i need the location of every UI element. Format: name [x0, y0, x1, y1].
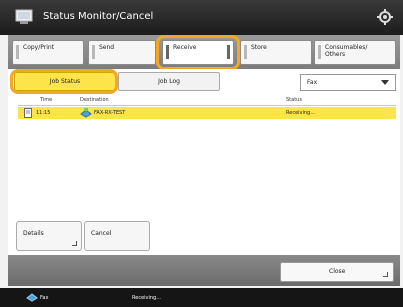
tab-label: Store: [251, 44, 267, 51]
tab-store[interactable]: Store: [240, 40, 312, 65]
title-bar: Status Monitor/Cancel: [0, 0, 403, 35]
chevron-down-icon: [381, 80, 389, 85]
row-destination: FAX-RX-TEST: [94, 110, 126, 116]
subtab-job-log[interactable]: Job Log: [118, 72, 220, 91]
job-type-value: Fax: [307, 79, 318, 86]
cancel-label: Cancel: [91, 230, 112, 237]
status-monitor-screen: Status Monitor/Cancel Copy/Print Send Re…: [0, 0, 403, 307]
job-list[interactable]: 11:15 FAX-RX-TEST Receiving...: [18, 105, 396, 218]
main-tabs: Copy/Print Send Receive Store Consumable…: [8, 35, 400, 70]
fax-icon: [80, 108, 92, 118]
window-title: Status Monitor/Cancel: [43, 11, 154, 22]
table-header: Time Destination Status: [18, 95, 396, 105]
tab-label: Consumables/ Others: [325, 44, 368, 58]
details-button[interactable]: Details: [16, 221, 82, 251]
content-panel: Job Status Job Log Fax Time Destination …: [8, 69, 400, 255]
close-label: Close: [329, 268, 346, 275]
row-status: Receiving...: [286, 110, 315, 116]
status-bar: Fax Receiving...: [0, 288, 403, 307]
tab-copy-print[interactable]: Copy/Print: [12, 40, 84, 65]
tab-indicator: [244, 45, 247, 59]
tab-indicator: [92, 45, 95, 59]
fax-icon: [26, 293, 38, 302]
tab-consumables-others[interactable]: Consumables/ Others: [314, 40, 396, 65]
column-destination: Destination: [80, 97, 109, 103]
receive-tab-highlight: [156, 35, 240, 70]
column-status: Status: [286, 97, 302, 103]
tab-send[interactable]: Send: [88, 40, 156, 65]
tab-label: Copy/Print: [23, 44, 55, 51]
document-icon: [24, 108, 32, 118]
cancel-button[interactable]: Cancel: [84, 221, 150, 251]
bottom-bar: Close: [8, 255, 400, 286]
status-message: Receiving...: [132, 295, 161, 301]
expand-corner-icon: [72, 241, 77, 246]
job-type-select[interactable]: Fax: [300, 74, 396, 91]
tab-indicator: [318, 45, 321, 59]
close-button[interactable]: Close: [280, 262, 394, 282]
status-monitor-icon: [15, 9, 33, 24]
tab-label: Send: [99, 44, 115, 51]
tab-indicator: [16, 45, 19, 59]
row-time: 11:15: [36, 110, 51, 116]
job-status-highlight: [10, 69, 118, 94]
table-row[interactable]: 11:15 FAX-RX-TEST Receiving...: [18, 107, 396, 119]
gear-icon[interactable]: [376, 8, 394, 26]
expand-corner-icon: [383, 272, 388, 277]
column-time: Time: [40, 97, 53, 103]
details-label: Details: [23, 230, 44, 237]
status-job-type: Fax: [40, 295, 49, 301]
